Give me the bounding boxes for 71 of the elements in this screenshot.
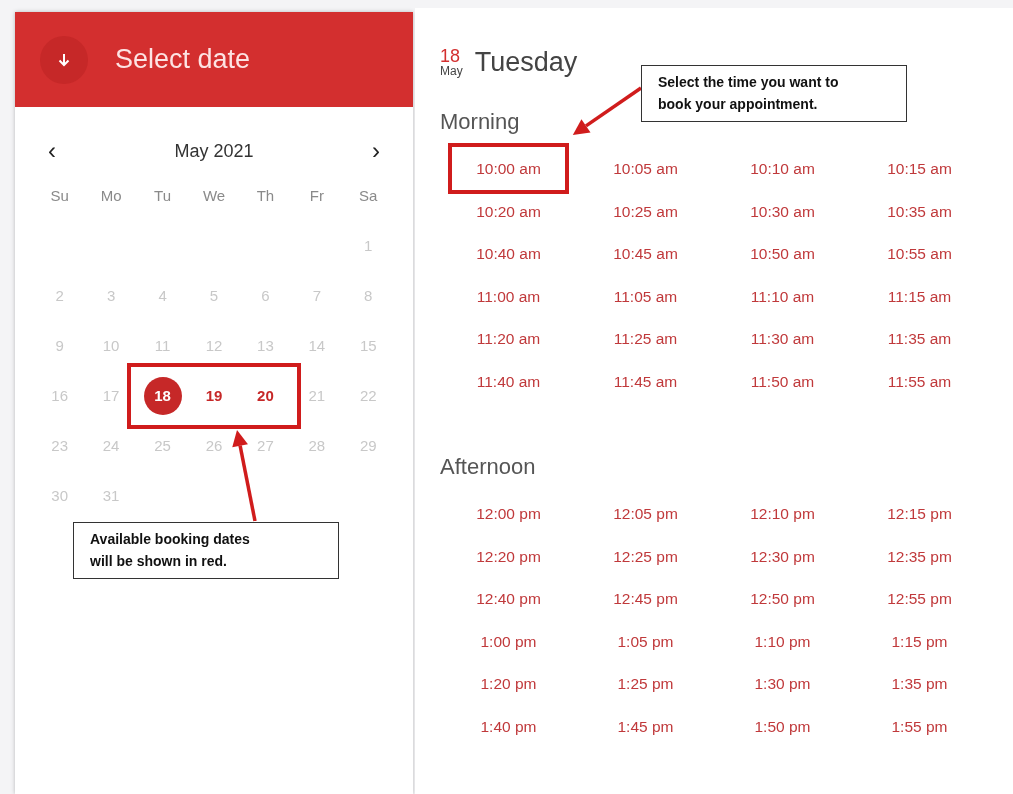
time-slot-button[interactable]: 1:50 pm [734, 710, 831, 743]
time-slot-button[interactable]: 12:25 pm [593, 540, 698, 573]
time-slot-button[interactable]: 1:10 pm [734, 625, 831, 658]
time-slot-button[interactable]: 1:55 pm [871, 710, 968, 743]
time-slot-button[interactable]: 12:20 pm [456, 540, 561, 573]
time-slot-button[interactable]: 11:10 am [730, 280, 835, 312]
weekday-label: Mo [99, 186, 123, 206]
time-slot-button[interactable]: 1:20 pm [460, 668, 557, 700]
time-slot-button[interactable]: 11:30 am [730, 323, 835, 355]
time-slot-button[interactable]: 11:00 am [456, 280, 561, 312]
time-slot-button[interactable]: 11:15 am [867, 280, 972, 312]
calendar-day[interactable]: 19 [195, 377, 233, 415]
weekday-label: Tu [153, 186, 173, 206]
time-slot-button[interactable]: 12:15 pm [867, 498, 972, 530]
time-slot-button[interactable]: 1:15 pm [871, 625, 968, 658]
arrow [572, 86, 642, 135]
time-slot-button[interactable]: 12:50 pm [730, 583, 835, 615]
section-title: Afternoon [440, 454, 536, 481]
time-slot-button[interactable]: 10:10 am [730, 153, 835, 185]
time-slot-button[interactable]: 11:20 am [456, 323, 561, 355]
callout-note: Available booking dates will be shown in red. [73, 522, 339, 580]
time-slot-button[interactable]: 12:30 pm [730, 540, 835, 573]
time-slot-button[interactable]: 12:45 pm [593, 583, 698, 615]
time-slot-button[interactable]: 10:55 am [867, 238, 972, 270]
time-slot-button[interactable]: 11:05 am [593, 280, 698, 312]
time-slot-button[interactable]: 10:00 am [448, 143, 569, 195]
time-slot-button[interactable]: 1:05 pm [597, 625, 694, 658]
time-slot-button[interactable]: 10:20 am [456, 195, 561, 227]
calendar-day[interactable]: 20 [246, 377, 285, 415]
time-slot-button[interactable]: 1:25 pm [597, 668, 694, 700]
time-slot-button[interactable]: 10:15 am [867, 153, 972, 185]
time-slot-button[interactable]: 10:25 am [593, 195, 698, 227]
time-slot-button[interactable]: 12:35 pm [867, 540, 972, 573]
time-slot-button[interactable]: 10:40 am [456, 238, 561, 270]
time-slot-button[interactable]: 10:45 am [593, 238, 698, 270]
month-label: May 2021 [174, 139, 254, 163]
previous-month-button[interactable]: ‹ [42, 139, 62, 163]
day-number: 18 [440, 47, 462, 65]
weekday-label: Th [255, 186, 276, 206]
arrow-down-icon[interactable] [40, 35, 88, 84]
time-slot-button[interactable]: 11:45 am [593, 365, 698, 397]
time-slot-button[interactable]: 1:40 pm [460, 710, 557, 743]
time-slot-button[interactable]: 10:50 am [730, 238, 835, 270]
weekday-title: Tuesday [474, 45, 578, 79]
time-slot-button[interactable]: 12:00 pm [456, 498, 561, 530]
time-slot-button[interactable]: 10:35 am [867, 195, 972, 227]
time-slot-button[interactable]: 11:55 am [867, 365, 972, 397]
weekday-label: Sa [358, 186, 379, 206]
time-slot-button[interactable]: 12:10 pm [730, 498, 835, 530]
time-slot-button[interactable]: 11:40 am [456, 365, 561, 397]
weekday-label: Fr [308, 186, 325, 206]
next-month-button[interactable]: › [366, 139, 386, 163]
time-slot-button[interactable]: 10:05 am [593, 153, 698, 185]
time-slot-button[interactable]: 11:25 am [593, 323, 698, 355]
month-abbrev: May [440, 65, 463, 77]
header-title: Select date [115, 43, 251, 77]
time-slot-button[interactable]: 11:35 am [867, 323, 972, 355]
calendar-day[interactable]: 18 [143, 377, 182, 415]
time-slot-button[interactable]: 12:05 pm [593, 498, 698, 530]
time-slot-button[interactable]: 11:50 am [730, 365, 835, 397]
time-slot-button[interactable]: 1:00 pm [460, 625, 557, 658]
callout-note: Select the time you want to book your appointment. [641, 65, 907, 123]
section-title: Morning [440, 109, 520, 136]
time-slot-button[interactable]: 12:55 pm [867, 583, 972, 615]
time-slot-button[interactable]: 10:30 am [730, 195, 835, 227]
time-slot-button[interactable]: 1:30 pm [734, 668, 831, 700]
weekday-label: We [201, 186, 227, 206]
time-slot-button[interactable]: 1:35 pm [871, 668, 968, 700]
time-slot-button[interactable]: 12:40 pm [456, 583, 561, 615]
weekday-label: Su [49, 186, 70, 206]
time-slot-button[interactable]: 1:45 pm [597, 710, 694, 743]
